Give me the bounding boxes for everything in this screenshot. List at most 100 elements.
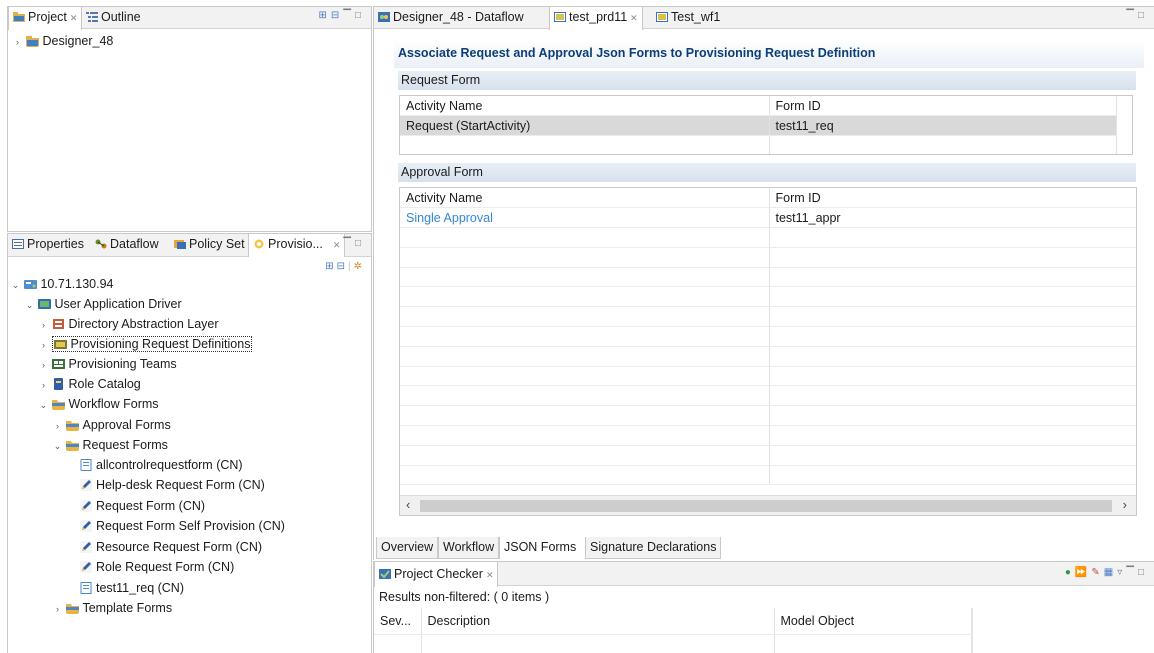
scroll-right-icon[interactable]: › — [1123, 497, 1127, 512]
minimize-icon[interactable]: ▔ — [343, 238, 355, 249]
chevron-right-icon[interactable]: › — [38, 355, 49, 375]
table-row-empty[interactable] — [400, 135, 1117, 154]
tree-item-server[interactable]: ⌄ 10.71.130.94 — [10, 274, 114, 295]
chevron-down-icon[interactable]: ⌄ — [24, 295, 35, 315]
run-icon[interactable]: ● — [1065, 567, 1075, 578]
form-edit-icon — [80, 520, 92, 532]
column-header-description[interactable]: Description — [421, 608, 775, 635]
tab-properties[interactable]: Properties — [8, 234, 88, 256]
table-row-empty[interactable] — [400, 405, 1136, 427]
tree-item-dal[interactable]: › Directory Abstraction Layer — [38, 314, 219, 334]
tree-item-form[interactable]: Request Form Self Provision (CN) — [80, 516, 285, 536]
tab-project-checker[interactable]: Project Checker ✕ — [374, 562, 499, 587]
tab-outline[interactable]: Outline — [82, 7, 145, 29]
table-row-empty[interactable] — [400, 247, 1136, 268]
table-row-empty[interactable] — [400, 286, 1136, 308]
horizontal-scrollbar[interactable]: ‹ › — [400, 495, 1136, 515]
tab-provisioning[interactable]: Provisio... ✕ — [248, 234, 346, 257]
table-row-empty[interactable] — [400, 385, 1136, 407]
maximize-icon[interactable]: □ — [1138, 10, 1148, 21]
table-row[interactable]: Request (StartActivity) test11_req — [400, 115, 1117, 137]
minimize-icon[interactable]: ▔ — [1126, 10, 1138, 21]
tab-json-forms[interactable]: JSON Forms — [499, 537, 581, 559]
request-form-section: Request Form — [398, 71, 1136, 90]
minimize-icon[interactable]: ▔ — [343, 10, 355, 21]
tree-item-form[interactable]: Role Request Form (CN) — [80, 557, 234, 577]
close-icon[interactable]: ✕ — [486, 570, 494, 580]
tab-overview[interactable]: Overview — [376, 537, 439, 559]
tree-item-role-catalog[interactable]: › Role Catalog — [38, 374, 141, 394]
prd-icon — [554, 12, 566, 22]
column-header-form-id[interactable]: Form ID — [769, 96, 1117, 117]
tree-item-form[interactable]: Resource Request Form (CN) — [80, 537, 262, 557]
chevron-right-icon[interactable]: › — [52, 416, 63, 436]
maximize-icon[interactable]: □ — [1138, 567, 1148, 578]
tree-item-prd[interactable]: › Provisioning Request Definitions — [38, 334, 253, 355]
column-header-activity-name[interactable]: Activity Name — [400, 188, 770, 209]
tab-project[interactable]: Project ✕ — [8, 7, 83, 30]
tree-item-form[interactable]: test11_req (CN) — [80, 578, 184, 598]
table-row-empty[interactable] — [400, 346, 1136, 367]
table-row-empty[interactable] — [400, 267, 1136, 288]
tab-workflow[interactable]: Workflow — [438, 537, 500, 559]
refresh-icon[interactable]: ✲ — [354, 261, 365, 272]
chevron-right-icon[interactable]: › — [38, 335, 49, 355]
tree-item-form[interactable]: Request Form (CN) — [80, 496, 205, 516]
tree-item-form[interactable]: allcontrolrequestform (CN) — [80, 455, 243, 475]
view-menu-icon[interactable]: ▿ — [1117, 567, 1126, 578]
chevron-right-icon[interactable]: › — [12, 32, 23, 52]
run-all-icon[interactable]: ⏩ — [1075, 567, 1091, 578]
table-row-empty[interactable] — [400, 366, 1136, 387]
expand-all-icon[interactable]: ⊞ — [318, 10, 330, 21]
tree-item-approval-forms[interactable]: › Approval Forms — [52, 415, 171, 435]
tab-policy-set[interactable]: Policy Set — [170, 234, 249, 256]
table-row[interactable]: Single Approval test11_appr — [400, 207, 1136, 229]
tab-test-wf1[interactable]: Test_wf1 — [652, 7, 724, 29]
tree-item-request-forms[interactable]: ⌄ Request Forms — [52, 435, 168, 455]
tab-test-prd11[interactable]: test_prd11 ✕ — [549, 7, 643, 30]
expand-all-icon[interactable]: ⊞ — [325, 261, 336, 272]
checker-tabbar: Project Checker ✕ ●⏩✎▦▿▔□ — [374, 562, 1154, 587]
tree-item-user-app-driver[interactable]: ⌄ User Application Driver — [24, 294, 182, 314]
chevron-right-icon[interactable]: › — [52, 599, 63, 619]
table-row-empty[interactable] — [400, 445, 1136, 466]
form-id-cell[interactable]: test11_req — [769, 115, 1117, 137]
table-row-empty[interactable] — [400, 326, 1136, 347]
filter-icon[interactable]: ▦ — [1104, 567, 1117, 578]
table-row-empty[interactable] — [400, 465, 1136, 486]
column-header-model-object[interactable]: Model Object — [774, 608, 973, 635]
tree-item-form[interactable]: Help-desk Request Form (CN) — [80, 475, 265, 495]
tree-item-template-forms[interactable]: › Template Forms — [52, 598, 172, 618]
collapse-all-icon[interactable]: ⊟ — [337, 261, 348, 272]
tab-dataflow[interactable]: Dataflow — [91, 234, 163, 256]
maximize-icon[interactable]: □ — [355, 10, 365, 21]
chevron-down-icon[interactable]: ⌄ — [38, 395, 49, 415]
scroll-left-icon[interactable]: ‹ — [406, 497, 410, 512]
chevron-right-icon[interactable]: › — [38, 375, 49, 395]
clear-icon[interactable]: ✎ — [1091, 567, 1103, 578]
tab-designer-dataflow[interactable]: Designer_48 - Dataflow — [374, 7, 528, 29]
scrollbar-thumb[interactable] — [420, 500, 1112, 512]
tree-item-teams[interactable]: › Provisioning Teams — [38, 354, 177, 374]
close-icon[interactable]: ✕ — [333, 240, 341, 250]
collapse-all-icon[interactable]: ⊟ — [331, 10, 343, 21]
close-icon[interactable]: ✕ — [70, 13, 78, 23]
chevron-right-icon[interactable]: › — [38, 315, 49, 335]
tree-item-workflow-forms[interactable]: ⌄ Workflow Forms — [38, 394, 159, 414]
column-header-activity-name[interactable]: Activity Name — [400, 96, 770, 117]
column-header-form-id[interactable]: Form ID — [769, 188, 1136, 209]
tree-item-designer[interactable]: › Designer_48 — [12, 31, 113, 51]
chevron-down-icon[interactable]: ⌄ — [52, 436, 63, 456]
maximize-icon[interactable]: □ — [355, 238, 365, 249]
table-row-empty[interactable] — [400, 227, 1136, 248]
form-id-cell[interactable]: test11_appr — [769, 207, 1136, 229]
table-row-empty[interactable] — [400, 425, 1136, 446]
close-icon[interactable]: ✕ — [630, 13, 638, 23]
minimize-icon[interactable]: ▔ — [1126, 567, 1138, 578]
activity-name-cell[interactable]: Single Approval — [400, 207, 770, 229]
activity-name-cell[interactable]: Request (StartActivity) — [400, 115, 770, 137]
table-row-empty[interactable] — [400, 306, 1136, 328]
column-header-severity[interactable]: Sev... — [374, 608, 422, 635]
tab-signature-declarations[interactable]: Signature Declarations — [585, 537, 722, 559]
chevron-down-icon[interactable]: ⌄ — [10, 275, 21, 295]
